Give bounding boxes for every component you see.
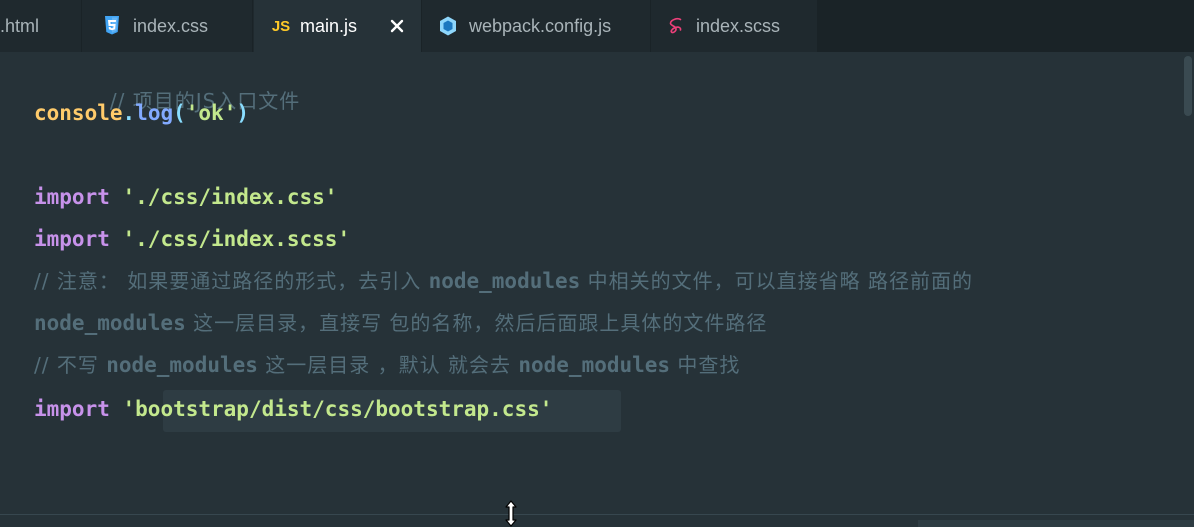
string-literal: 'ok' (185, 101, 237, 125)
scrollbar-thumb[interactable] (1184, 56, 1192, 116)
code-line: // 不写 node_modules 这一层目录 ，默认 就会去 node_mo… (34, 350, 740, 380)
code-line: // 项目的JS入口文件 (34, 56, 300, 113)
tab-webpack-config[interactable]: webpack.config.js (423, 0, 651, 52)
code-line: import 'bootstrap/dist/css/bootstrap.css… (34, 394, 552, 424)
css3-file-icon (101, 15, 123, 37)
code-line: // 注意： 如果要通过路径的形式，去引入 node_modules 中相关的文… (34, 266, 973, 296)
code-line: node_modules 这一层目录，直接写 包的名称，然后后面跟上具体的文件路… (34, 308, 767, 338)
comment-mono: node_modules (518, 353, 671, 377)
comment: // 不写 (34, 353, 107, 377)
tab-label: webpack.config.js (469, 15, 612, 36)
tab-bar: .html index.css JS main.js webpack.confi… (0, 0, 1194, 53)
js-icon-text: JS (271, 17, 291, 35)
comment: // 注意： 如果要通过路径的形式，去引入 (34, 269, 429, 293)
tab-index-scss[interactable]: index.scss (652, 0, 818, 52)
tab-label: main.js (300, 15, 358, 36)
sass-file-icon (666, 15, 688, 37)
comment-mono: node_modules (428, 269, 581, 293)
resize-cursor-icon (502, 500, 520, 527)
tab-label: index.scss (696, 15, 781, 36)
method-log: log (135, 101, 174, 125)
keyword-import: import (34, 227, 110, 251)
keyword-import: import (34, 185, 110, 209)
comment: 这一层目录 ，默认 就会去 (257, 353, 519, 377)
code-line: console.log('ok') (34, 98, 249, 128)
tab-main-js[interactable]: JS main.js (254, 0, 422, 52)
punctuation-paren-open: ( (173, 101, 186, 125)
vertical-scrollbar[interactable] (1180, 52, 1194, 514)
comment: 中查找 (670, 353, 741, 377)
webpack-hexagon-icon (437, 15, 459, 37)
comment: 这一层目录，直接写 包的名称，然后后面跟上具体的文件路径 (185, 311, 768, 335)
comment: 中相关的文件，可以直接省略 路径前面的 (580, 269, 973, 293)
tab-label: index.css (133, 15, 209, 36)
tab-index-css[interactable]: index.css (83, 0, 253, 52)
punctuation-paren-close: ) (236, 101, 249, 125)
editor-window: .html index.css JS main.js webpack.confi… (0, 0, 1194, 527)
close-icon[interactable] (387, 16, 407, 36)
code-line: import './css/index.css' (34, 182, 337, 212)
code-editor[interactable]: // 项目的JS入口文件 console.log('ok') import '.… (0, 52, 1194, 514)
tab-bar-empty-area (818, 0, 1194, 52)
comment-mono: node_modules (106, 353, 258, 377)
string-literal: './css/index.scss' (122, 227, 351, 251)
string-literal: 'bootstrap/dist/css/bootstrap.css' (122, 397, 553, 421)
status-strip (918, 520, 1194, 527)
identifier-console: console (34, 101, 123, 125)
string-literal: './css/index.css' (122, 185, 338, 209)
tab-label: .html (0, 15, 40, 36)
code-line: import './css/index.scss' (34, 224, 350, 254)
tab-html-file[interactable]: .html (0, 0, 82, 52)
keyword-import: import (34, 397, 110, 421)
punctuation-dot: . (122, 101, 136, 125)
comment-mono: node_modules (34, 311, 186, 335)
js-file-icon: JS (270, 15, 292, 37)
